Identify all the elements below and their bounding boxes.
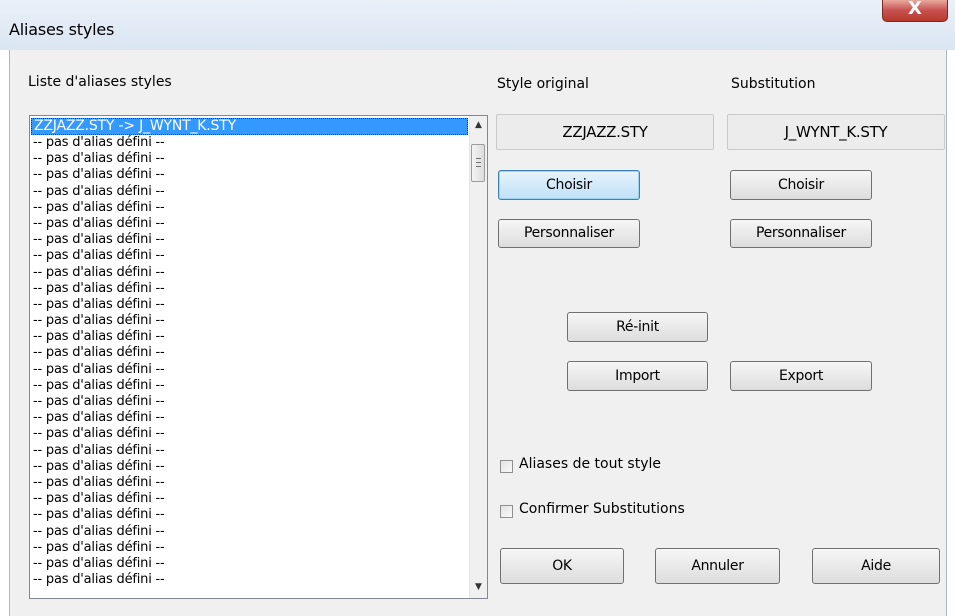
list-item[interactable]: -- pas d'alias défini -- — [30, 167, 470, 183]
scroll-up-arrow-icon[interactable]: ▲ — [470, 120, 487, 130]
choose-substitution-button[interactable]: Choisir — [730, 170, 872, 200]
list-item[interactable]: -- pas d'alias défini -- — [30, 151, 470, 167]
close-icon: X — [908, 0, 922, 19]
original-style-field[interactable]: ZZJAZZ.STY — [496, 114, 714, 150]
substitution-style-field[interactable]: J_WYNT_K.STY — [727, 114, 945, 150]
list-item[interactable]: -- pas d'alias défini -- — [30, 491, 470, 507]
scroll-thumb[interactable] — [471, 144, 485, 182]
list-item[interactable]: -- pas d'alias défini -- — [30, 443, 470, 459]
original-style-label: Style original — [497, 76, 589, 92]
list-item-selected[interactable]: ZZJAZZ.STY -> J_WYNT_K.STY — [31, 118, 468, 135]
alias-list-label: Liste d'aliases styles — [28, 74, 172, 90]
list-item[interactable]: -- pas d'alias défini -- — [30, 507, 470, 523]
list-item[interactable]: -- pas d'alias défini -- — [30, 200, 470, 216]
list-item[interactable]: -- pas d'alias défini -- — [30, 540, 470, 556]
substitution-label: Substitution — [731, 76, 816, 92]
customize-substitution-button[interactable]: Personnaliser — [730, 219, 872, 248]
customize-original-button[interactable]: Personnaliser — [498, 219, 640, 248]
list-item[interactable]: -- pas d'alias défini -- — [30, 572, 470, 588]
alias-any-style-checkbox[interactable] — [500, 460, 513, 473]
list-item[interactable]: -- pas d'alias défini -- — [30, 248, 470, 264]
reset-button[interactable]: Ré-init — [567, 312, 708, 342]
list-item[interactable]: -- pas d'alias défini -- — [30, 556, 470, 572]
alias-list-rows: ZZJAZZ.STY -> J_WYNT_K.STY -- pas d'alias… — [30, 118, 470, 588]
export-button[interactable]: Export — [730, 361, 872, 391]
list-item[interactable]: -- pas d'alias défini -- — [30, 426, 470, 442]
confirm-substitutions-checkbox[interactable] — [500, 505, 513, 518]
list-item[interactable]: -- pas d'alias défini -- — [30, 329, 470, 345]
title-bar: Aliases styles X — [0, 0, 955, 50]
list-item[interactable]: -- pas d'alias défini -- — [30, 313, 470, 329]
list-item[interactable]: -- pas d'alias défini -- — [30, 135, 470, 151]
list-item[interactable]: -- pas d'alias défini -- — [30, 394, 470, 410]
list-item[interactable]: -- pas d'alias défini -- — [30, 297, 470, 313]
list-item[interactable]: -- pas d'alias défini -- — [30, 265, 470, 281]
list-item[interactable]: -- pas d'alias défini -- — [30, 459, 470, 475]
import-button[interactable]: Import — [567, 361, 708, 391]
alias-any-style-label[interactable]: Aliases de tout style — [519, 456, 661, 472]
list-item[interactable]: -- pas d'alias défini -- — [30, 410, 470, 426]
list-item[interactable]: -- pas d'alias défini -- — [30, 232, 470, 248]
list-item[interactable]: -- pas d'alias défini -- — [30, 345, 470, 361]
list-item[interactable]: -- pas d'alias défini -- — [30, 362, 470, 378]
cancel-button[interactable]: Annuler — [655, 548, 780, 584]
close-button[interactable]: X — [882, 0, 948, 22]
choose-original-button[interactable]: Choisir — [498, 170, 640, 200]
list-scrollbar[interactable]: ▲ ▼ — [469, 116, 487, 598]
list-item[interactable]: -- pas d'alias défini -- — [30, 378, 470, 394]
list-item[interactable]: -- pas d'alias défini -- — [30, 475, 470, 491]
list-item[interactable]: -- pas d'alias défini -- — [30, 524, 470, 540]
help-button[interactable]: Aide — [812, 548, 940, 584]
list-item[interactable]: -- pas d'alias défini -- — [30, 281, 470, 297]
alias-listbox[interactable]: ZZJAZZ.STY -> J_WYNT_K.STY -- pas d'alias… — [29, 115, 488, 599]
ok-button[interactable]: OK — [500, 548, 624, 584]
window-title: Aliases styles — [9, 20, 115, 39]
scroll-down-arrow-icon[interactable]: ▼ — [470, 582, 487, 592]
confirm-substitutions-label[interactable]: Confirmer Substitutions — [519, 501, 685, 517]
list-item[interactable]: -- pas d'alias défini -- — [30, 184, 470, 200]
list-item[interactable]: -- pas d'alias défini -- — [30, 216, 470, 232]
